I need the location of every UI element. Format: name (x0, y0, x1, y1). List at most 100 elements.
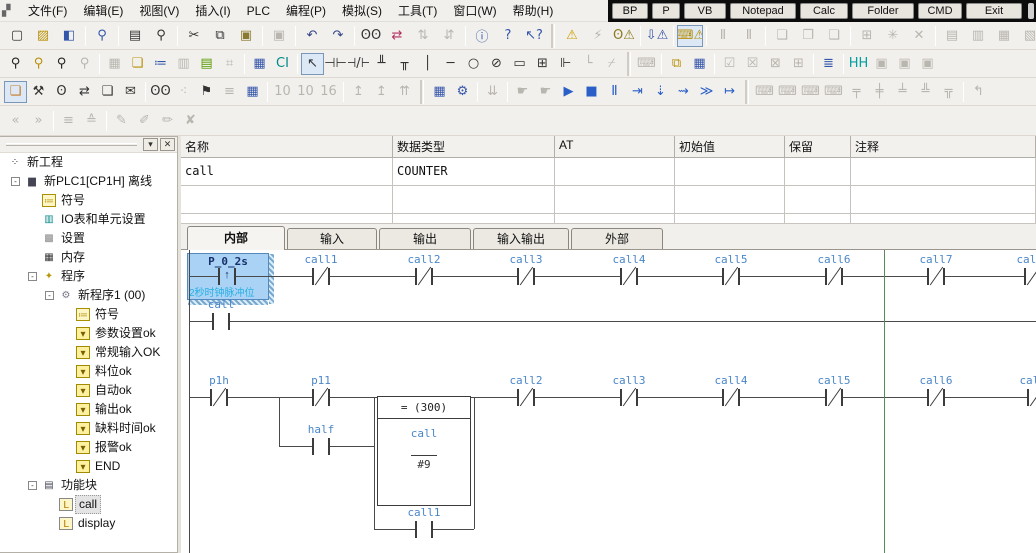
cut-icon[interactable]: ✂ (181, 25, 207, 47)
tree-item-新PLC1[CP1H] 离线[interactable]: -▆新PLC1[CP1H] 离线 (0, 172, 177, 191)
find-icon[interactable]: ʘʘ (358, 25, 384, 47)
tree-item-自动ok[interactable]: ▾自动ok (0, 381, 177, 400)
new-instruction-icon[interactable]: ▭ (508, 53, 531, 75)
new-coil-icon[interactable]: ○ (462, 53, 485, 75)
table-cell[interactable] (785, 158, 851, 186)
tab-输入输出[interactable]: 输入输出 (473, 228, 569, 249)
new-closed-contact-icon[interactable]: ⊣/⊢ (347, 53, 370, 75)
sim-continue-icon[interactable]: ≫ (695, 81, 718, 103)
new-differential-instruction-icon[interactable]: ⊞ (531, 53, 554, 75)
swap-windows-icon[interactable]: ⇄ (73, 81, 96, 103)
ci-instruction-view-icon[interactable]: CI (271, 53, 294, 75)
launcher-button-p[interactable]: P (652, 3, 680, 19)
table-cell[interactable] (555, 186, 675, 214)
sim-step-in-icon[interactable]: ⇣ (649, 81, 672, 103)
launcher-button-exit[interactable]: Exit (966, 3, 1022, 19)
tab-内部[interactable]: 内部 (187, 226, 285, 250)
panel-close-button[interactable]: ✕ (160, 138, 175, 151)
tree-item-功能块[interactable]: -▤功能块 (0, 476, 177, 495)
menu-item-6[interactable]: 编程(P) (278, 0, 334, 22)
tree-item-新工程[interactable]: ⁘新工程 (0, 153, 177, 172)
new-icon[interactable]: ▢ (4, 25, 30, 47)
sim-stop-icon[interactable]: ■ (580, 81, 603, 103)
menu-item-8[interactable]: 工具(T) (390, 0, 445, 22)
table-cell[interactable] (181, 186, 393, 214)
find-warnings-icon[interactable]: ʘ⚠ (611, 25, 637, 47)
zoom-out-icon[interactable]: ⚲ (4, 53, 27, 75)
cross-reference-icon[interactable]: ʘ (50, 81, 73, 103)
table-cell[interactable] (785, 214, 851, 224)
compare-instruction-block[interactable]: = (300)call#9 (377, 396, 471, 506)
menu-item-4[interactable]: 插入(I) (187, 0, 238, 22)
table-cell[interactable]: call (181, 158, 393, 186)
copy-icon[interactable]: ⧉ (207, 25, 233, 47)
table-cell[interactable] (675, 214, 785, 224)
tree-expander-icon[interactable]: - (45, 291, 54, 300)
panel-more-button[interactable]: ▾ (143, 138, 158, 151)
table-cell[interactable] (555, 214, 675, 224)
zoom-in-icon[interactable]: ⚲ (27, 53, 50, 75)
menu-item-10[interactable]: 帮助(H) (505, 0, 562, 22)
transfer-to-plc-icon[interactable]: ⇩⚠ (644, 25, 670, 47)
multiple-send-icon[interactable]: ⧉ (665, 53, 688, 75)
grid-page-icon[interactable]: ▦ (241, 81, 264, 103)
menu-item-1[interactable]: 文件(F) (20, 0, 75, 22)
launcher-button-notepad[interactable]: Notepad (730, 3, 796, 19)
table-cell[interactable]: COUNTER (393, 158, 555, 186)
io-monitor-icon[interactable]: HH (847, 53, 870, 75)
menu-item-2[interactable]: 编辑(E) (75, 0, 131, 22)
flag-page-icon[interactable]: ⚑ (195, 81, 218, 103)
tree-item-END[interactable]: ▾END (0, 457, 177, 476)
context-help-icon[interactable]: ↖? (521, 25, 547, 47)
tree-item-报警ok[interactable]: ▾报警ok (0, 438, 177, 457)
tree-item-程序[interactable]: -✦程序 (0, 267, 177, 286)
tree-item-缺料时间ok[interactable]: ▾缺料时间ok (0, 419, 177, 438)
mnemonics-view-icon[interactable]: ▦ (248, 53, 271, 75)
new-horizontal-icon[interactable]: ─ (439, 53, 462, 75)
tree-item-符号[interactable]: ≔符号 (0, 191, 177, 210)
menu-item-5[interactable]: PLC (239, 1, 278, 21)
address-reference-icon[interactable]: ≣ (817, 53, 840, 75)
sim-step-over-icon[interactable]: ⇝ (672, 81, 695, 103)
work-online-icon[interactable]: ⌨⚠ (677, 25, 703, 47)
watch-window-grid-icon[interactable]: ▦ (688, 53, 711, 75)
properties-icon[interactable]: ✉ (119, 81, 142, 103)
tab-输入[interactable]: 输入 (287, 228, 377, 249)
table-cell[interactable] (675, 158, 785, 186)
tab-外部[interactable]: 外部 (571, 228, 663, 249)
about-icon[interactable]: ⓘ (469, 25, 495, 47)
launcher-button-bp[interactable]: BP (612, 3, 648, 19)
sim-play-icon[interactable]: ▶ (557, 81, 580, 103)
launcher-button-folder[interactable]: Folder (852, 3, 914, 19)
launcher-button-vb[interactable]: VB (684, 3, 726, 19)
select-mode-icon[interactable]: ↖ (301, 53, 324, 75)
tree-item-display[interactable]: Ldisplay (0, 514, 177, 533)
tree-item-IO表和单元设置[interactable]: ▥IO表和单元设置 (0, 210, 177, 229)
menu-item-3[interactable]: 视图(V) (131, 0, 187, 22)
new-or-contact-icon[interactable]: ╨ (370, 53, 393, 75)
sim-run-to-icon[interactable]: ⇥ (626, 81, 649, 103)
zoom-100-icon[interactable]: ⚲ (50, 53, 73, 75)
float-window-icon[interactable]: ❏ (4, 81, 27, 103)
table-cell[interactable] (851, 214, 1036, 224)
ladder-contact-call[interactable] (214, 313, 228, 330)
tree-expander-icon[interactable]: - (28, 272, 37, 281)
tree-item-新程序1 (00)[interactable]: -⚙新程序1 (00) (0, 286, 177, 305)
compile-icon[interactable]: ⚠ (559, 25, 585, 47)
menu-item-7[interactable]: 模拟(S) (334, 0, 390, 22)
redo-icon[interactable]: ↷ (325, 25, 351, 47)
new-fb-parameter-icon[interactable]: ⊩ (554, 53, 577, 75)
launcher-button-cmd[interactable]: CMD (918, 3, 962, 19)
watch-binoculars-icon[interactable]: ʘʘ (149, 81, 172, 103)
tree-item-符号[interactable]: ≔符号 (0, 305, 177, 324)
simulator-settings-icon[interactable]: ⚙ (451, 81, 474, 103)
table-cell[interactable] (675, 186, 785, 214)
simulator-online-icon[interactable]: ▦ (428, 81, 451, 103)
sim-pause-icon[interactable]: Ⅱ (603, 81, 626, 103)
build-icon[interactable]: ⚒ (27, 81, 50, 103)
print-icon[interactable]: ▤ (122, 25, 148, 47)
tree-item-设置[interactable]: ▩设置 (0, 229, 177, 248)
tree-item-料位ok[interactable]: ▾料位ok (0, 362, 177, 381)
tree-expander-icon[interactable]: - (28, 481, 37, 490)
table-cell[interactable] (393, 186, 555, 214)
